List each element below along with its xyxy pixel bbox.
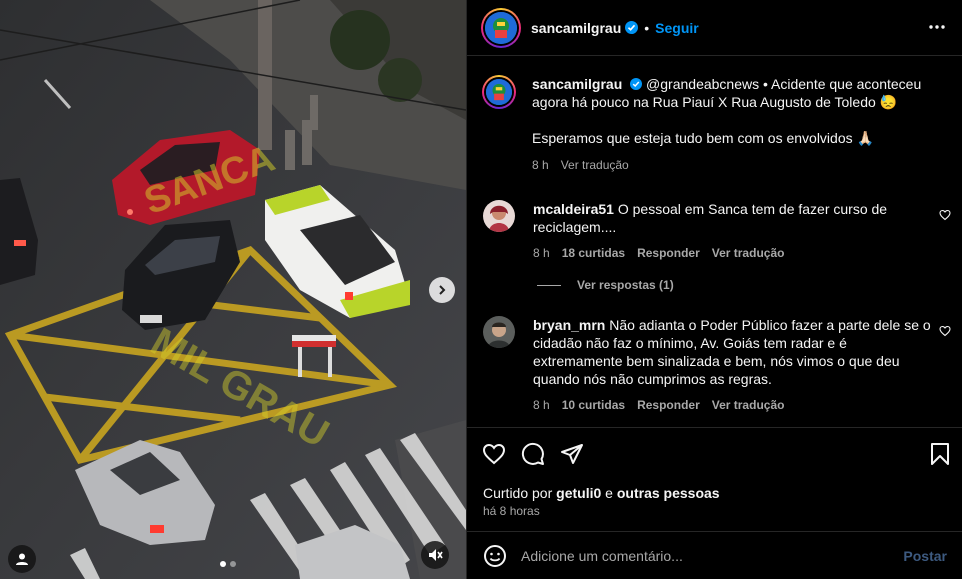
carousel-indicator <box>220 561 236 567</box>
like-comment-button[interactable] <box>939 208 951 224</box>
post-actions: Curtido por getuli0 e outras pessoas há … <box>467 427 962 531</box>
heart-icon <box>939 325 951 337</box>
heart-icon <box>939 209 951 221</box>
view-replies-label[interactable]: Ver respostas (1) <box>577 278 674 292</box>
user-icon <box>16 553 28 565</box>
liked-by: Curtido por getuli0 e outras pessoas <box>483 485 720 501</box>
liked-by-others[interactable]: outras pessoas <box>617 485 720 501</box>
sanca-logo <box>486 79 512 105</box>
comment-likes[interactable]: 10 curtidas <box>562 396 625 414</box>
comment-time: 8 h <box>533 246 550 260</box>
heart-icon <box>482 443 506 465</box>
like-comment-button[interactable] <box>939 324 951 340</box>
caption-avatar[interactable] <box>482 75 516 109</box>
share-button[interactable] <box>560 442 584 466</box>
comment-row: bryan_mrn Não adianta o Poder Público fa… <box>467 316 962 414</box>
header-separator: • <box>644 19 650 36</box>
replies-line <box>537 284 561 286</box>
caption-row: sancamilgrau @grandeabcnews • Acidente q… <box>467 75 962 174</box>
caption-text-2: Esperamos que esteja tudo bem com os env… <box>532 130 874 146</box>
liked-by-conj: e <box>601 485 617 501</box>
comment-body: mcaldeira51 O pessoal em Sanca tem de fa… <box>533 200 933 262</box>
reply-button[interactable]: Responder <box>637 244 700 262</box>
save-button[interactable] <box>929 442 951 466</box>
video-frame: SANCA MIL GRAU <box>0 0 466 579</box>
comments-section[interactable]: sancamilgrau @grandeabcnews • Acidente q… <box>467 57 962 427</box>
like-button[interactable] <box>482 442 506 466</box>
verified-badge-icon <box>630 78 643 90</box>
chevron-right-icon <box>439 285 446 295</box>
sanca-logo <box>485 11 517 44</box>
tagged-users-button[interactable] <box>8 545 36 573</box>
emoji-icon <box>484 544 506 567</box>
comment-button[interactable] <box>521 442 545 466</box>
view-replies-button[interactable]: Ver respostas (1) <box>537 278 674 292</box>
next-media-button[interactable] <box>429 277 455 303</box>
bookmark-icon <box>931 443 949 465</box>
caption-time: 8 h <box>532 158 549 172</box>
commenter-avatar[interactable] <box>483 200 515 232</box>
carousel-dot <box>230 561 236 567</box>
speaker-muted-icon <box>429 549 443 561</box>
reply-button[interactable]: Responder <box>637 396 700 414</box>
comment-icon <box>521 442 544 465</box>
add-comment-bar: Postar <box>467 531 962 579</box>
caption-body: sancamilgrau @grandeabcnews • Acidente q… <box>532 75 932 174</box>
caption-translate-link[interactable]: Ver tradução <box>561 156 629 174</box>
liked-by-user[interactable]: getuli0 <box>556 485 601 501</box>
post-media[interactable]: SANCA MIL GRAU <box>0 0 466 579</box>
verified-badge-icon <box>625 21 639 34</box>
more-horizontal-icon <box>929 25 945 29</box>
comment-time: 8 h <box>533 398 550 412</box>
comment-input[interactable] <box>521 547 881 564</box>
comment-body: bryan_mrn Não adianta o Poder Público fa… <box>533 316 933 414</box>
comment-username[interactable]: bryan_mrn <box>533 317 605 333</box>
comment-row: mcaldeira51 O pessoal em Sanca tem de fa… <box>467 200 962 262</box>
translate-link[interactable]: Ver tradução <box>712 396 785 414</box>
translate-link[interactable]: Ver tradução <box>712 244 785 262</box>
caption-username[interactable]: sancamilgrau <box>532 76 622 92</box>
send-icon <box>561 444 583 464</box>
commenter-avatar[interactable] <box>483 316 515 348</box>
author-avatar[interactable] <box>481 7 521 48</box>
caption-mention[interactable]: @grandeabcnews <box>646 76 759 92</box>
more-options-button[interactable] <box>928 18 946 39</box>
post-comment-button[interactable]: Postar <box>903 548 947 564</box>
carousel-dot-active <box>220 561 226 567</box>
comment-username[interactable]: mcaldeira51 <box>533 201 614 217</box>
post-side-panel: sancamilgrau • Seguir sancamilgrau @gran… <box>466 0 962 579</box>
post-timestamp: há 8 horas <box>483 504 540 518</box>
post-header: sancamilgrau • Seguir <box>467 0 962 56</box>
emoji-button[interactable] <box>483 544 507 568</box>
follow-button[interactable]: Seguir <box>655 20 699 36</box>
liked-by-prefix: Curtido por <box>483 485 557 501</box>
comment-likes[interactable]: 18 curtidas <box>562 244 625 262</box>
mute-toggle-button[interactable] <box>421 541 449 569</box>
author-username[interactable]: sancamilgrau <box>531 20 621 36</box>
